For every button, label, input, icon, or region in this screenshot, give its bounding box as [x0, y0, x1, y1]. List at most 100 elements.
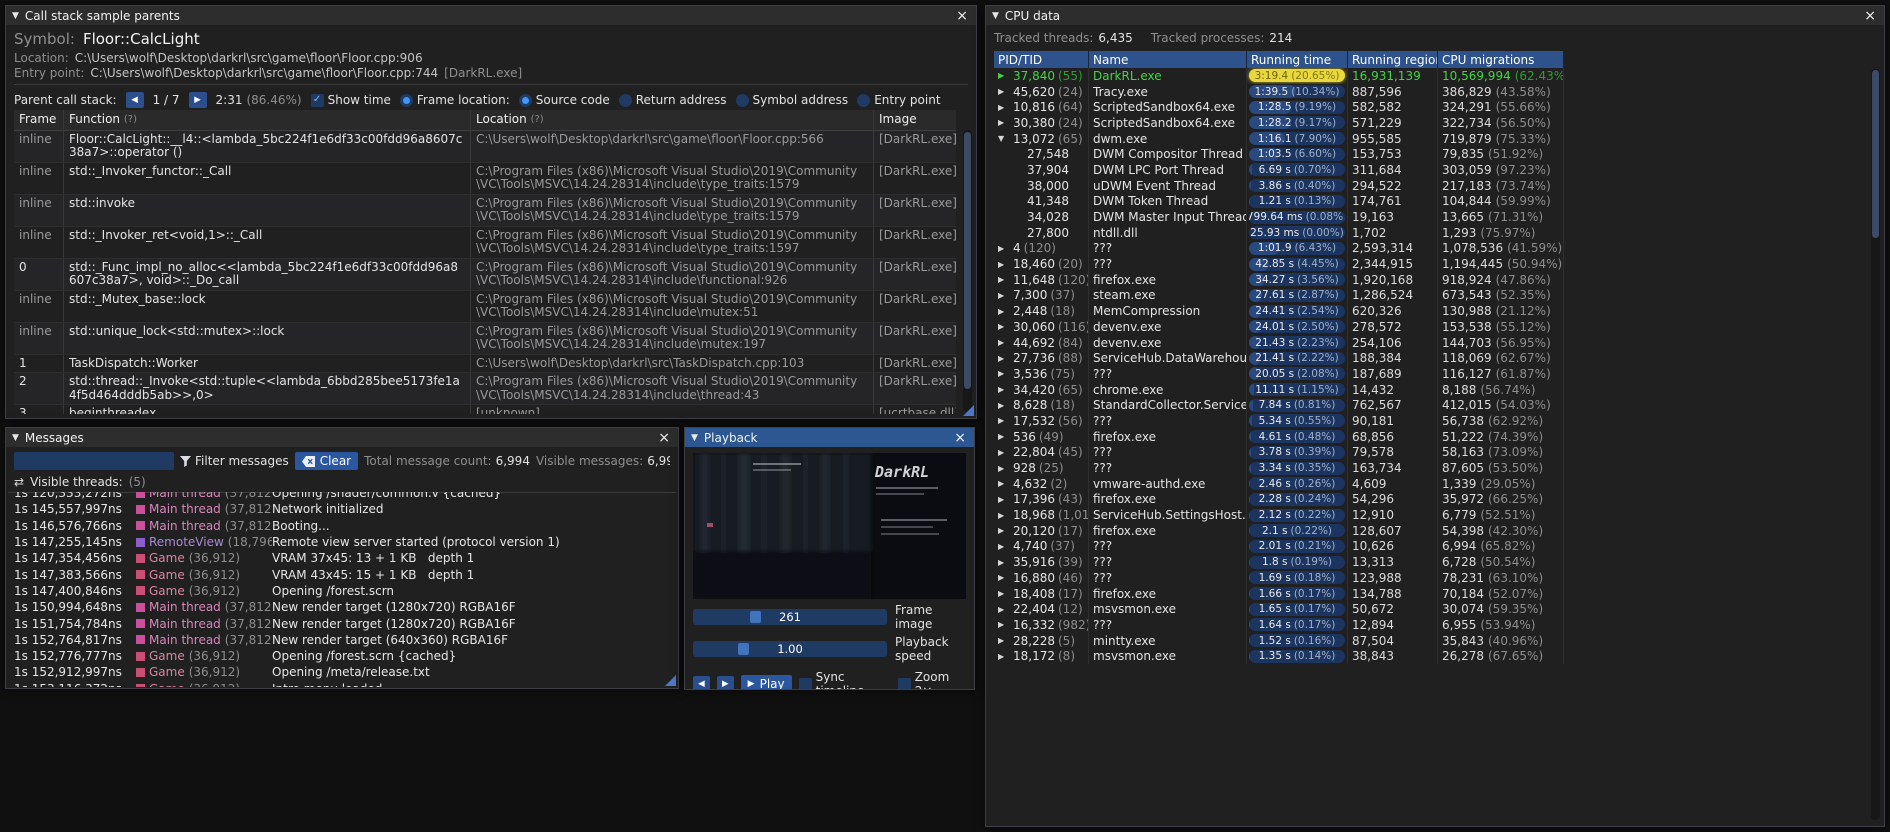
play-button[interactable]: ▶ Play: [740, 675, 792, 689]
cpu-process-row[interactable]: ▶ 17,532 (56) ??? 5.34 s (0.55%) 90,181 …: [994, 413, 1864, 429]
expander-icon[interactable]: ▶: [998, 291, 1010, 300]
close-icon[interactable]: ×: [656, 431, 672, 445]
cpu-data-titlebar[interactable]: ▼ CPU data ×: [986, 6, 1884, 25]
cpu-process-row[interactable]: ▶ 4 (120) ??? 1:01.9 (6.43%) 2,593,314 1…: [994, 240, 1864, 257]
expander-icon[interactable]: ▶: [998, 652, 1010, 661]
expander-icon[interactable]: ▶: [998, 354, 1010, 363]
cpu-process-row[interactable]: 37,904 DWM LPC Port Thread 6.69 s (0.70%…: [994, 162, 1864, 178]
cpu-process-row[interactable]: 27,548 DWM Compositor Thread 1:03.5 (6.6…: [994, 146, 1864, 163]
radio-symbol-address[interactable]: Symbol address: [735, 93, 848, 107]
expander-icon[interactable]: ▶: [998, 511, 1010, 520]
expander-icon[interactable]: ▶: [998, 244, 1010, 253]
message-row[interactable]: 1s 151,754,784ns Main thread (37,812) Ne…: [8, 615, 676, 631]
sync-timeline-checkbox[interactable]: [798, 677, 812, 689]
cpu-process-row[interactable]: ▶ 11,648 (120) firefox.exe 34.27 s (3.56…: [994, 271, 1864, 288]
expander-icon[interactable]: ▶: [998, 338, 1010, 347]
callstack-frame-row[interactable]: inline std::_Invoker_ret<void,1>::_Call …: [14, 226, 956, 259]
expander-icon[interactable]: ▶: [998, 260, 1010, 269]
col-header-pid-tid[interactable]: PID/TID: [994, 51, 1089, 68]
expander-icon[interactable]: ▶: [998, 432, 1010, 441]
expander-icon[interactable]: ▶: [998, 71, 1010, 80]
expander-icon[interactable]: ▶: [998, 448, 1010, 457]
expander-icon[interactable]: ▶: [998, 369, 1010, 378]
message-row[interactable]: 1s 153,116,372ns Game (36,912) Intro men…: [8, 681, 676, 687]
close-icon[interactable]: ×: [952, 431, 968, 445]
message-row[interactable]: 1s 150,994,648ns Main thread (37,812) Ne…: [8, 599, 676, 615]
expander-icon[interactable]: ▶: [998, 542, 1010, 551]
cpu-process-row[interactable]: ▶ 34,420 (65) chrome.exe 11.11 s (1.15%)…: [994, 381, 1864, 398]
expander-icon[interactable]: ▶: [998, 87, 1010, 96]
callstack-titlebar[interactable]: ▼ Call stack sample parents ×: [6, 6, 976, 25]
cpu-process-row[interactable]: ▶ 27,736 (88) ServiceHub.DataWarehouse 2…: [994, 350, 1864, 367]
step-back-button[interactable]: ◀: [693, 676, 710, 689]
collapse-arrow-icon[interactable]: ▼: [12, 11, 19, 21]
callstack-frame-row[interactable]: inline std::unique_lock<std::mutex>::loc…: [14, 322, 956, 355]
collapse-arrow-icon[interactable]: ▼: [12, 433, 19, 443]
cpu-process-row[interactable]: ▶ 18,968 (1,018) ServiceHub.SettingsHost…: [994, 507, 1864, 523]
expander-icon[interactable]: ▶: [998, 385, 1010, 394]
cpu-process-row[interactable]: ▶ 35,916 (39) ??? 1.8 s (0.19%) 13,313 6…: [994, 554, 1864, 570]
zoom-2x-checkbox[interactable]: [897, 677, 911, 689]
cpu-process-row[interactable]: ▶ 16,332 (982) ??? 1.64 s (0.17%) 12,894…: [994, 617, 1864, 633]
expander-icon[interactable]: ▼: [998, 134, 1010, 143]
resize-grip[interactable]: [963, 405, 974, 416]
cpu-process-row[interactable]: ▶ 22,804 (45) ??? 3.78 s (0.39%) 79,578 …: [994, 444, 1864, 461]
cpu-process-row[interactable]: ▶ 7,300 (37) steam.exe 27.61 s (2.87%) 1…: [994, 287, 1864, 304]
expander-icon[interactable]: ▶: [998, 275, 1010, 284]
expander-icon[interactable]: ▶: [998, 322, 1010, 331]
col-header-name[interactable]: Name: [1089, 51, 1247, 68]
message-row[interactable]: 1s 152,776,777ns Game (36,912) Opening /…: [8, 648, 676, 664]
cpu-process-row[interactable]: ▶ 37,840 (55) DarkRL.exe 3:19.4 (20.65%)…: [994, 68, 1864, 84]
cpu-process-row[interactable]: ▶ 10,816 (64) ScriptedSandbox64.exe 1:28…: [994, 99, 1864, 116]
cpu-process-row[interactable]: ▶ 4,740 (37) ??? 2.01 s (0.21%) 10,626 6…: [994, 538, 1864, 555]
cpu-process-row[interactable]: ▶ 30,380 (24) ScriptedSandbox64.exe 1:28…: [994, 115, 1864, 131]
expander-icon[interactable]: ▶: [998, 479, 1010, 488]
col-header-cpu-migrations[interactable]: CPU migrations: [1438, 51, 1564, 68]
expander-icon[interactable]: ▶: [998, 118, 1010, 127]
callstack-frame-row[interactable]: 3 beginthreadex [unknown] [ucrtbase.dll]: [14, 405, 956, 414]
message-row[interactable]: 1s 152,764,817ns Main thread (37,812) Ne…: [8, 632, 676, 648]
cpu-process-row[interactable]: ▶ 17,396 (43) firefox.exe 2.28 s (0.24%)…: [994, 491, 1864, 508]
col-header-running-regions[interactable]: Running regions: [1348, 51, 1438, 68]
expander-icon[interactable]: ▶: [998, 401, 1010, 410]
close-icon[interactable]: ×: [1862, 9, 1878, 23]
message-row[interactable]: 1s 147,354,456ns Game (36,912) VRAM 37x4…: [8, 550, 676, 566]
expander-icon[interactable]: ▶: [998, 558, 1010, 567]
cpu-process-row[interactable]: ▶ 22,404 (12) msvsmon.exe 1.65 s (0.17%)…: [994, 601, 1864, 618]
expander-icon[interactable]: ▶: [998, 307, 1010, 316]
visible-threads-toggle[interactable]: ⇄ Visible threads: (5): [14, 473, 670, 490]
expander-icon[interactable]: ▶: [998, 620, 1010, 629]
message-row[interactable]: 1s 146,576,766ns Main thread (37,812) Bo…: [8, 518, 676, 534]
expander-icon[interactable]: ▶: [998, 636, 1010, 645]
message-row[interactable]: 1s 147,383,566ns Game (36,912) VRAM 43x4…: [8, 566, 676, 582]
scrollbar-thumb[interactable]: [964, 132, 971, 389]
cpu-process-row[interactable]: ▶ 3,536 (75) ??? 20.05 s (2.08%) 187,689…: [994, 366, 1864, 382]
callstack-frame-row[interactable]: 2 std::thread::_Invoke<std::tuple<<lambd…: [14, 373, 956, 405]
collapse-arrow-icon[interactable]: ▼: [691, 433, 698, 443]
cpu-process-row[interactable]: ▶ 536 (49) firefox.exe 4.61 s (0.48%) 68…: [994, 428, 1864, 445]
callstack-frame-row[interactable]: 0 std::_Func_impl_no_alloc<<lambda_5bc22…: [14, 258, 956, 291]
radio-return-address[interactable]: Return address: [618, 93, 727, 107]
cpu-process-row[interactable]: ▶ 18,408 (17) firefox.exe 1.66 s (0.17%)…: [994, 585, 1864, 602]
playback-speed-slider[interactable]: 1.00: [693, 641, 887, 657]
cpu-process-row[interactable]: 38,000 uDWM Event Thread 3.86 s (0.40%) …: [994, 177, 1864, 194]
message-filter-input[interactable]: [14, 452, 174, 470]
cpu-process-row[interactable]: ▼ 13,072 (65) dwm.exe 1:16.1 (7.90%) 955…: [994, 130, 1864, 147]
message-row[interactable]: 1s 120,333,272ns Main thread (37,812) Op…: [8, 492, 676, 501]
cpu-process-row[interactable]: ▶ 28,228 (5) mintty.exe 1.52 s (0.16%) 8…: [994, 632, 1864, 649]
message-row[interactable]: 1s 152,912,997ns Game (36,912) Opening /…: [8, 664, 676, 680]
cpu-process-row[interactable]: 34,028 DWM Master Input Thread 799.64 ms…: [994, 209, 1864, 225]
step-forward-button[interactable]: ▶: [716, 676, 734, 689]
callstack-frame-row[interactable]: inline Floor::CalcLight::__l4::<lambda_5…: [14, 130, 956, 163]
expander-icon[interactable]: ▶: [998, 605, 1010, 614]
cpu-process-row[interactable]: ▶ 45,620 (24) Tracy.exe 1:39.5 (10.34%) …: [994, 83, 1864, 100]
col-header-running-time[interactable]: Running time: [1247, 51, 1348, 68]
cpu-process-row[interactable]: ▶ 20,120 (17) firefox.exe 2.1 s (0.22%) …: [994, 522, 1864, 539]
expander-icon[interactable]: ▶: [998, 416, 1010, 425]
zoom-2x-toggle[interactable]: Zoom 2×: [897, 670, 966, 689]
sync-timeline-toggle[interactable]: Sync timeline: [798, 670, 891, 689]
callstack-scrollbar[interactable]: [963, 130, 972, 412]
show-time-toggle[interactable]: ✓ Show time: [310, 93, 391, 107]
cpu-process-row[interactable]: ▶ 928 (25) ??? 3.34 s (0.35%) 163,734 87…: [994, 460, 1864, 476]
callstack-frame-row[interactable]: 1 TaskDispatch::Worker C:\Users\wolf\Des…: [14, 354, 956, 373]
